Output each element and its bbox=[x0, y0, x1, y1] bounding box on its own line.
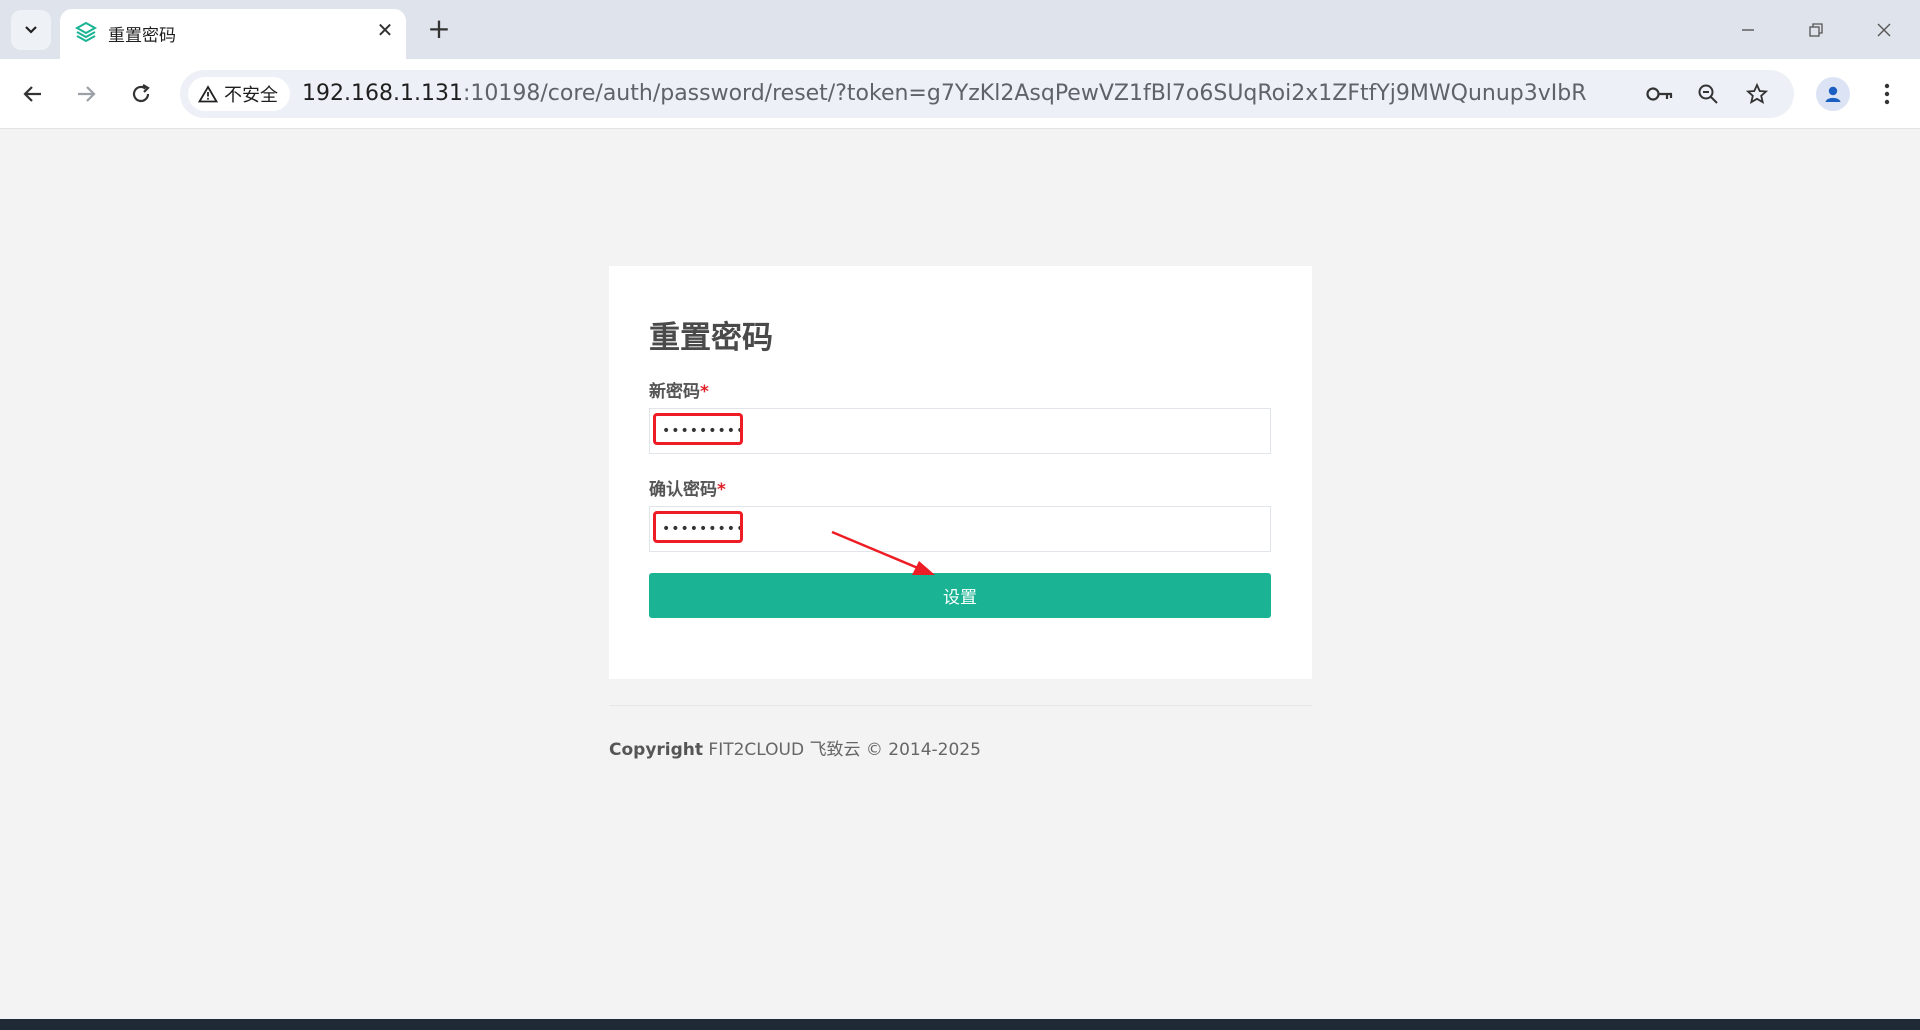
confirm-password-label-text: 确认密码 bbox=[649, 480, 717, 500]
security-label: 不安全 bbox=[224, 85, 278, 106]
close-icon bbox=[1877, 23, 1891, 37]
copyright-text: FIT2CLOUD 飞致云 © 2014-2025 bbox=[703, 740, 981, 760]
password-key-button[interactable] bbox=[1646, 80, 1674, 108]
confirm-password-label: 确认密码* bbox=[649, 475, 726, 500]
tab-title: 重置密码 bbox=[108, 26, 176, 46]
reload-icon bbox=[132, 84, 150, 103]
os-taskbar bbox=[0, 1019, 1920, 1030]
reset-password-card: 重置密码 新密码* 确认密码* 设置 bbox=[609, 266, 1312, 679]
security-indicator[interactable]: 不安全 bbox=[188, 77, 290, 111]
profile-button[interactable] bbox=[1816, 77, 1850, 111]
close-window-button[interactable] bbox=[1864, 10, 1904, 50]
zoom-icon bbox=[1698, 84, 1718, 104]
new-password-label-text: 新密码 bbox=[649, 382, 700, 402]
copyright-label: Copyright bbox=[609, 740, 704, 760]
tab-strip: 重置密码 ✕ + bbox=[0, 0, 1920, 59]
confirm-password-input[interactable] bbox=[649, 506, 1271, 552]
profile-icon bbox=[1825, 86, 1841, 102]
url-path: :10198/core/auth/password/reset/?token=g… bbox=[462, 81, 1587, 106]
tab-close-icon[interactable]: ✕ bbox=[372, 17, 398, 43]
browser-menu-button[interactable] bbox=[1872, 77, 1902, 111]
key-icon bbox=[1646, 87, 1673, 101]
chevron-down-icon bbox=[25, 26, 37, 34]
back-arrow-icon bbox=[23, 86, 41, 102]
warning-icon bbox=[198, 85, 218, 103]
tab-search-button[interactable] bbox=[11, 10, 51, 50]
forward-arrow-icon bbox=[78, 86, 96, 102]
star-icon bbox=[1746, 83, 1768, 105]
restore-button[interactable] bbox=[1796, 10, 1836, 50]
bookmark-button[interactable] bbox=[1743, 80, 1771, 108]
layers-favicon-icon bbox=[74, 21, 98, 43]
forward-button[interactable] bbox=[68, 76, 104, 112]
required-mark: * bbox=[700, 382, 709, 402]
back-button[interactable] bbox=[15, 76, 51, 112]
copyright-footer: Copyright FIT2CLOUD 飞致云 © 2014-2025 bbox=[609, 735, 981, 760]
new-password-label: 新密码* bbox=[649, 377, 709, 402]
zoom-button[interactable] bbox=[1694, 80, 1722, 108]
page-title: 重置密码 bbox=[649, 320, 773, 356]
restore-icon bbox=[1809, 23, 1823, 37]
new-password-input[interactable] bbox=[649, 408, 1271, 454]
browser-toolbar: 不安全 192.168.1.131:10198/core/auth/passwo… bbox=[0, 59, 1920, 129]
footer-divider bbox=[609, 705, 1312, 706]
url-text[interactable]: 192.168.1.131:10198/core/auth/password/r… bbox=[302, 81, 1587, 106]
url-host: 192.168.1.131 bbox=[302, 81, 463, 106]
new-tab-button[interactable]: + bbox=[424, 14, 454, 44]
set-password-button[interactable]: 设置 bbox=[649, 573, 1271, 618]
minimize-icon bbox=[1742, 29, 1754, 31]
browser-tab-active[interactable]: 重置密码 ✕ bbox=[60, 9, 406, 59]
reload-button[interactable] bbox=[123, 76, 159, 112]
required-mark: * bbox=[717, 480, 726, 500]
kebab-menu-icon bbox=[1884, 83, 1890, 105]
address-bar[interactable]: 不安全 192.168.1.131:10198/core/auth/passwo… bbox=[180, 70, 1794, 118]
minimize-button[interactable] bbox=[1728, 10, 1768, 50]
